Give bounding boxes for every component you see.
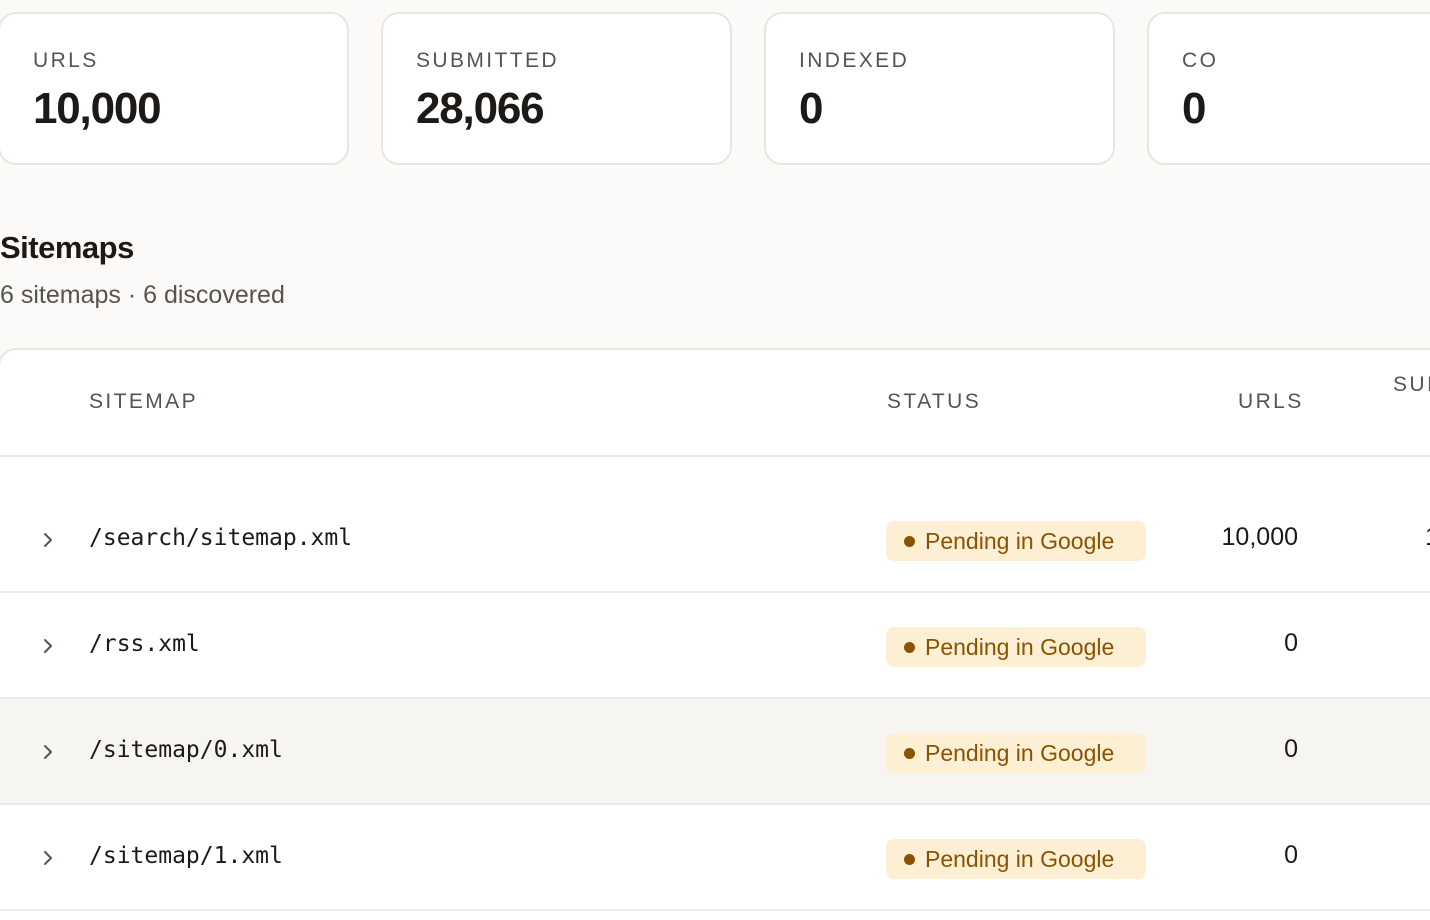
- section-subtitle: 6 sitemaps · 6 discovered: [0, 281, 285, 309]
- row-urls-count: 0: [1284, 841, 1298, 869]
- row-urls-count: 0: [1284, 629, 1298, 657]
- status-badge: Pending in Google: [886, 733, 1146, 773]
- column-header-sitemap[interactable]: SITEMAP: [89, 389, 198, 415]
- stat-label: SUBMITTED: [416, 49, 559, 72]
- row-urls-count: 10,000: [1221, 523, 1298, 551]
- status-dot-icon: [904, 641, 915, 653]
- sitemap-path[interactable]: /search/sitemap.xml: [89, 523, 352, 553]
- stat-card-indexed: INDEXED 0: [764, 12, 1115, 165]
- status-badge-label: Pending in Google: [925, 846, 1115, 872]
- column-header-submitted[interactable]: SUI: [1393, 372, 1430, 398]
- table-row[interactable]: /sitemap/1.xml Pending in Google 0: [0, 805, 1430, 911]
- status-badge-label: Pending in Google: [925, 740, 1115, 766]
- status-badge: Pending in Google: [886, 839, 1146, 879]
- table-row[interactable]: /rss.xml Pending in Google 0: [0, 593, 1430, 699]
- stat-card-truncated: CO 0: [1147, 12, 1430, 165]
- status-badge-label: Pending in Google: [925, 634, 1115, 660]
- stat-label: CO: [1182, 49, 1219, 72]
- chevron-right-icon[interactable]: [39, 849, 57, 867]
- chevron-right-icon[interactable]: [39, 531, 57, 549]
- status-dot-icon: [904, 853, 915, 865]
- status-badge: Pending in Google: [886, 627, 1146, 667]
- column-header-urls[interactable]: URLS: [1238, 389, 1304, 415]
- row-submitted-count: 1: [1425, 522, 1430, 552]
- sitemap-path[interactable]: /sitemap/0.xml: [89, 735, 283, 765]
- row-urls-count: 0: [1284, 735, 1298, 763]
- status-badge-label: Pending in Google: [925, 528, 1115, 554]
- stat-value: 10,000: [33, 84, 162, 133]
- stat-value: 0: [799, 84, 823, 133]
- table-header: SITEMAP STATUS URLS SUI: [0, 350, 1430, 457]
- stat-card-submitted: SUBMITTED 28,066: [381, 12, 732, 165]
- section-title: Sitemaps: [0, 230, 134, 265]
- stat-label: INDEXED: [799, 49, 910, 72]
- sitemaps-table: SITEMAP STATUS URLS SUI /search/sitemap.…: [0, 348, 1430, 920]
- stat-card-urls: URLS 10,000: [0, 12, 349, 165]
- stat-value: 0: [1182, 84, 1206, 133]
- sitemap-path[interactable]: /sitemap/1.xml: [89, 841, 283, 871]
- sitemap-path[interactable]: /rss.xml: [89, 629, 200, 659]
- chevron-right-icon[interactable]: [39, 743, 57, 761]
- status-dot-icon: [904, 535, 915, 547]
- page: URLS 10,000 SUBMITTED 28,066 INDEXED 0 C…: [0, 0, 1430, 920]
- chevron-right-icon[interactable]: [39, 637, 57, 655]
- status-badge: Pending in Google: [886, 521, 1146, 561]
- table-row[interactable]: /sitemap/0.xml Pending in Google 0: [0, 699, 1430, 805]
- table-row[interactable]: /search/sitemap.xml Pending in Google 10…: [0, 487, 1430, 593]
- status-dot-icon: [904, 747, 915, 759]
- stats-row: URLS 10,000 SUBMITTED 28,066 INDEXED 0 C…: [0, 12, 1430, 165]
- stat-label: URLS: [33, 49, 99, 72]
- column-header-status[interactable]: STATUS: [887, 389, 981, 415]
- stat-value: 28,066: [416, 84, 545, 133]
